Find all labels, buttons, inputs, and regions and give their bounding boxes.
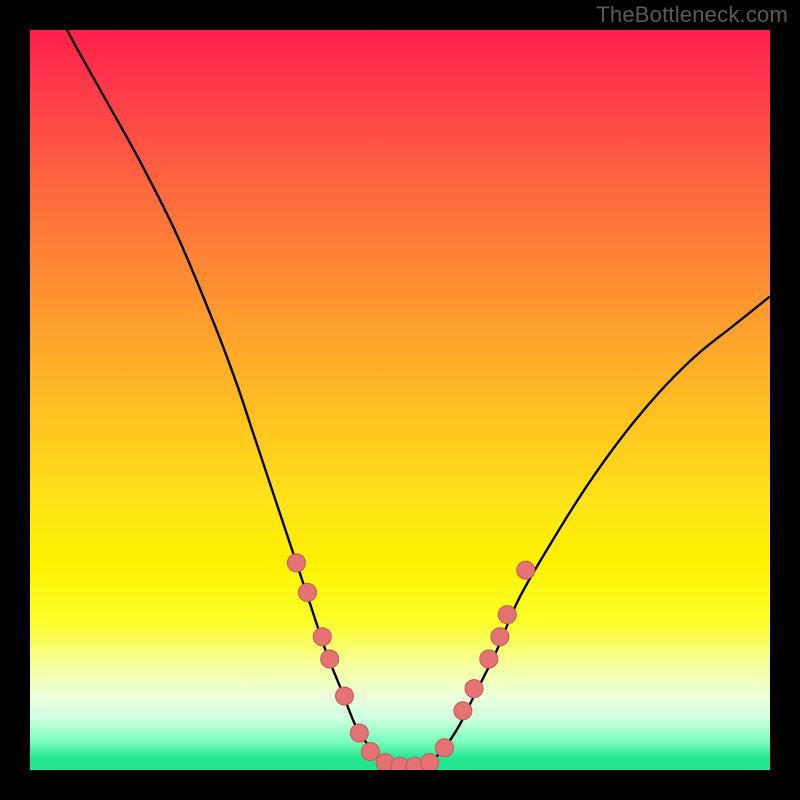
marker-dot (421, 754, 439, 770)
outer-frame: TheBottleneck.com (0, 0, 800, 800)
plot-area (30, 30, 770, 770)
marker-dot (480, 650, 498, 668)
marker-dot (435, 739, 453, 757)
marker-group (287, 554, 534, 770)
marker-dot (454, 702, 472, 720)
marker-dot (299, 583, 317, 601)
marker-dot (517, 561, 535, 579)
bottleneck-curve (30, 30, 770, 767)
marker-dot (336, 687, 354, 705)
marker-dot (313, 628, 331, 646)
marker-dot (498, 606, 516, 624)
marker-dot (321, 650, 339, 668)
chart-svg (30, 30, 770, 770)
marker-dot (465, 680, 483, 698)
marker-dot (287, 554, 305, 572)
marker-dot (350, 724, 368, 742)
watermark-text: TheBottleneck.com (596, 2, 788, 28)
marker-dot (361, 743, 379, 761)
marker-dot (491, 628, 509, 646)
